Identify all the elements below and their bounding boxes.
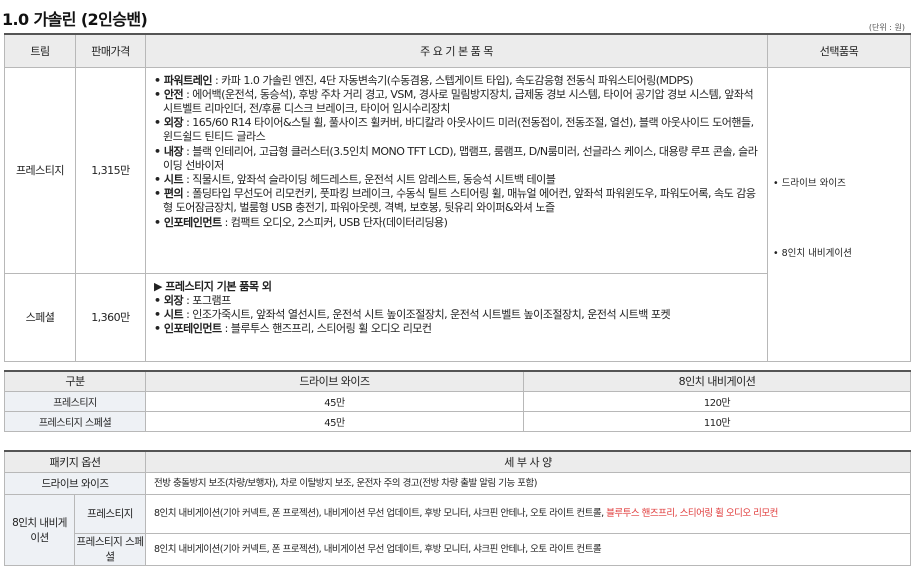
header-detail: 세 부 사 양 [145, 450, 911, 473]
option-navigation: • 8인치 내비게이션 [773, 248, 852, 259]
price-value: 45만 [145, 390, 524, 412]
price-value: 120만 [523, 390, 911, 412]
header-items: 주 요 기 본 품 목 [145, 33, 768, 68]
highlight-text: 블루투스 핸즈프리, 스티어링 휠 오디오 리모컨 [603, 508, 778, 519]
trim-name: 프레스티지 [4, 66, 76, 274]
package-drive-wise: 드라이브 와이즈 [3, 471, 147, 495]
items-heading: ▶ 프레스티지 기본 품목 외 [154, 279, 272, 293]
header-package: 패키지 옵션 [3, 450, 147, 473]
package-desc: 8인치 내비게이션(기아 커넥트, 폰 프로젝션), 내비게이션 무선 업데이트… [145, 493, 911, 534]
trim-items: ▶ 프레스티지 기본 품목 외 • 외장 : 포그램프 • 시트 : 인조가죽시… [145, 272, 768, 362]
header-options: 선택품목 [767, 33, 911, 68]
header-trim: 트림 [4, 33, 76, 68]
header-price: 판매가격 [75, 33, 146, 68]
package-sub-prestige: 프레스티지 [73, 493, 147, 534]
package-sub-special: 프레스티지 스페셜 [73, 532, 147, 566]
page-title: 1.0 가솔린 (2인승밴) [2, 10, 148, 29]
item: • 시트 : 직물시트, 앞좌석 슬라이딩 헤드레스트, 운전석 시트 암레스트… [154, 172, 556, 186]
item: • 안전 : 에어백(운전석, 동승석), 후방 주차 거리 경고, VSM, … [154, 87, 754, 115]
options-cell [767, 66, 911, 362]
item: • 내장 : 블랙 인테리어, 고급형 클러스터(3.5인치 MONO TFT … [154, 144, 758, 172]
unit-note: (단위 : 원) [868, 23, 905, 32]
package-desc: 8인치 내비게이션(기아 커넥트, 폰 프로젝션), 내비게이션 무선 업데이트… [145, 532, 911, 566]
item: • 외장 : 포그램프 [154, 293, 231, 307]
package-navigation: 8인치 내비게이션 [4, 493, 75, 566]
trim-price: 1,360만 [75, 272, 146, 362]
option-price-table: 구분 드라이브 와이즈 8인치 내비게이션 프레스티지 45만 120만 프레스… [4, 370, 911, 432]
row-label: 프레스티지 스페셜 [4, 410, 146, 432]
trim-price: 1,315만 [75, 66, 146, 274]
header-navigation: 8인치 내비게이션 [523, 370, 911, 392]
price-value: 45만 [145, 410, 524, 432]
header-drive-wise: 드라이브 와이즈 [145, 370, 524, 392]
price-value: 110만 [523, 410, 911, 432]
header-category: 구분 [4, 370, 146, 392]
package-desc: 전방 충돌방지 보조(차량/보행자), 차로 이탈방지 보조, 운전자 주의 경… [145, 471, 911, 495]
option-drive-wise: • 드라이브 와이즈 [773, 178, 846, 189]
item: • 편의 : 폴딩타입 무선도어 리모컨키, 풋파킹 브레이크, 수동식 틸트 … [154, 187, 756, 215]
package-table: 패키지 옵션 세 부 사 양 드라이브 와이즈 전방 충돌방지 보조(차량/보행… [3, 450, 911, 566]
row-label: 프레스티지 [4, 390, 146, 412]
trim-items: • 파워트레인 : 카파 1.0 가솔린 엔진, 4단 자동변속기(수동겸용, … [145, 66, 768, 274]
trim-name: 스페셜 [4, 272, 76, 362]
item: • 인포테인먼트 : 블루투스 핸즈프리, 스티어링 휠 오디오 리모컨 [154, 322, 432, 336]
item: • 시트 : 인조가죽시트, 앞좌석 열선시트, 운전석 시트 높이조절장치, … [154, 307, 671, 321]
item: • 파워트레인 : 카파 1.0 가솔린 엔진, 4단 자동변속기(수동겸용, … [154, 73, 693, 87]
item: • 외장 : 165/60 R14 타이어&스틸 휠, 풀사이즈 휠커버, 바디… [154, 116, 754, 144]
item: • 인포테인먼트 : 컴팩트 오디오, 2스피커, USB 단자(데이터리딩용) [154, 215, 448, 229]
trim-table: 트림 판매가격 주 요 기 본 품 목 선택품목 프레스티지 1,315만 • … [4, 33, 911, 362]
